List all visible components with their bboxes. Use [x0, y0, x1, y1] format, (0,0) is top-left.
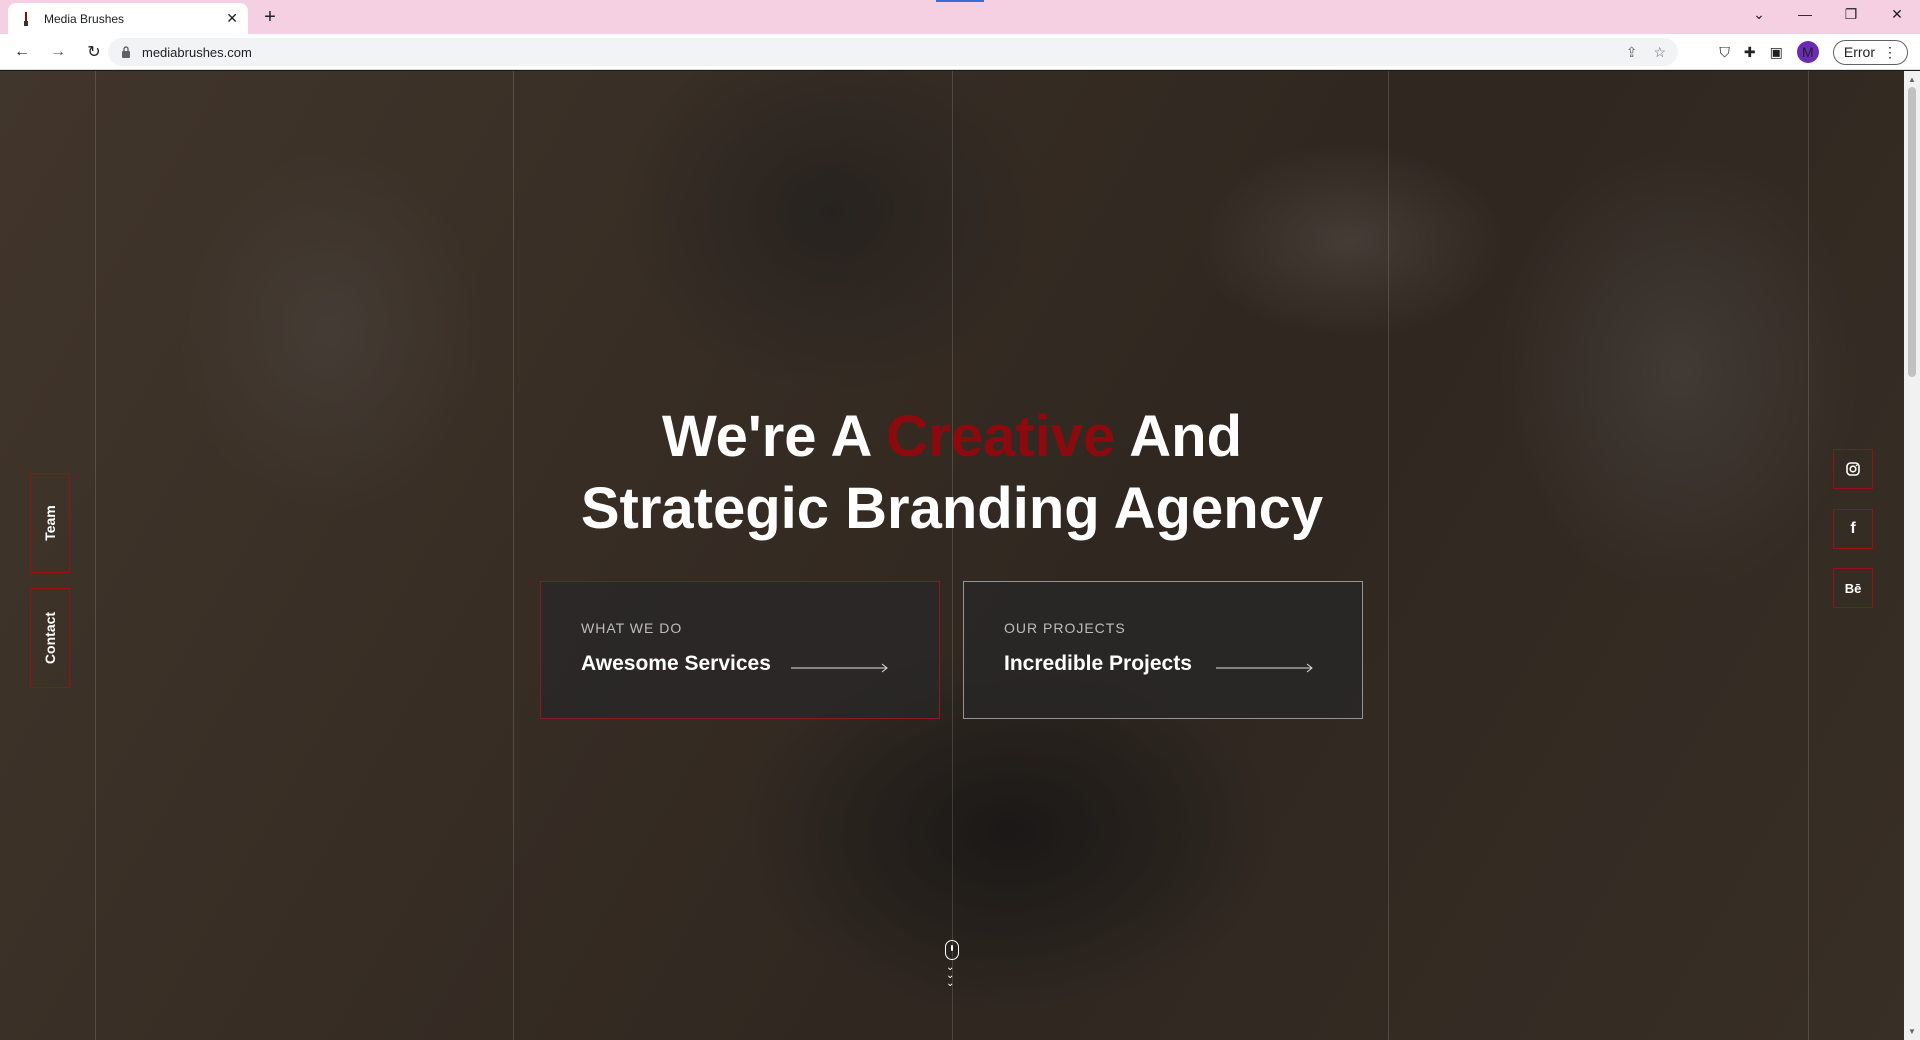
profile-avatar[interactable]: M [1796, 41, 1819, 63]
hero-line-1-prefix: We're A [661, 404, 887, 469]
back-button[interactable]: ← [8, 38, 36, 66]
grid-line [513, 71, 514, 1040]
window-controls: ⌄ — ❐ ✕ [1736, 0, 1920, 28]
side-panel-icon[interactable]: ▣ [1770, 44, 1783, 61]
url-text: mediabrushes.com [142, 44, 252, 60]
error-button[interactable]: Error ⋮ [1832, 39, 1908, 65]
lock-icon[interactable] [120, 46, 132, 58]
scroll-up-arrow-icon[interactable]: ▲ [1908, 75, 1916, 84]
minimize-button[interactable]: — [1782, 6, 1828, 22]
scroll-down-chevrons-icon: ⌄ ⌄ ⌄ [946, 962, 955, 989]
tab-title: Media Brushes [44, 11, 125, 26]
scrollbar-thumb[interactable] [1908, 87, 1916, 377]
facebook-link[interactable]: f [1833, 509, 1873, 549]
page-scrollbar[interactable]: ▲ ▼ [1904, 71, 1920, 1040]
menu-kebab-icon: ⋮ [1883, 43, 1897, 60]
address-bar[interactable]: mediabrushes.com ⇪ ☆ [108, 38, 1678, 66]
grid-line [1808, 71, 1809, 1040]
tab-strip-indicator [936, 0, 984, 2]
close-window-button[interactable]: ✕ [1874, 6, 1920, 23]
scroll-mouse-icon[interactable] [945, 940, 959, 960]
arrow-right-icon [1216, 663, 1313, 673]
services-card[interactable]: WHAT WE DO Awesome Services [540, 581, 940, 719]
share-icon[interactable]: ⇪ [1626, 44, 1638, 61]
forward-button[interactable]: → [44, 38, 72, 66]
hero-accent-word: Creative [886, 404, 1116, 469]
browser-tab[interactable]: Media Brushes ✕ [8, 3, 248, 34]
projects-title: Incredible Projects [1004, 652, 1192, 675]
grid-line [1388, 71, 1389, 1040]
instagram-link[interactable] [1833, 449, 1873, 489]
browser-toolbar: ← → ↻ mediabrushes.com ⇪ ☆ ⛉ ✚ ▣ M Error… [0, 34, 1920, 70]
services-eyebrow: WHAT WE DO [581, 620, 683, 636]
behance-icon: Bē [1844, 580, 1862, 596]
arrow-right-icon [791, 663, 888, 673]
grid-line [95, 71, 96, 1040]
projects-card[interactable]: OUR PROJECTS Incredible Projects [963, 581, 1363, 719]
extensions-puzzle-icon[interactable]: ✚ [1744, 44, 1756, 61]
shield-extension-icon[interactable]: ⛉ [1719, 44, 1730, 61]
contact-label: Contact [42, 611, 58, 665]
error-label: Error [1843, 44, 1875, 60]
scroll-down-arrow-icon[interactable]: ▼ [1908, 1027, 1916, 1036]
site-favicon-icon [18, 11, 34, 27]
projects-eyebrow: OUR PROJECTS [1004, 620, 1126, 636]
hero-heading: We're A Creative And Strategic Branding … [0, 401, 1904, 545]
services-title: Awesome Services [581, 652, 771, 675]
facebook-icon: f [1850, 520, 1856, 537]
browser-tab-bar: Media Brushes ✕ + ⌄ — ❐ ✕ [0, 0, 1920, 34]
instagram-icon [1846, 462, 1860, 476]
behance-link[interactable]: Bē [1833, 568, 1873, 608]
reload-button[interactable]: ↻ [80, 38, 108, 66]
grid-line [952, 71, 953, 1040]
hero-line-1-suffix: And [1115, 404, 1243, 469]
hero-line-2: Strategic Branding Agency [580, 476, 1324, 541]
page-viewport: Team Contact We're A Creative And Strate… [0, 71, 1904, 1040]
contact-nav-button[interactable]: Contact [30, 588, 70, 688]
bookmark-star-icon[interactable]: ☆ [1653, 44, 1666, 61]
hero-line-1: We're A Creative And [0, 401, 1904, 473]
restore-button[interactable]: ❐ [1828, 6, 1874, 23]
new-tab-button[interactable]: + [258, 5, 282, 29]
close-tab-icon[interactable]: ✕ [226, 10, 238, 27]
tab-search-icon[interactable]: ⌄ [1736, 6, 1782, 23]
